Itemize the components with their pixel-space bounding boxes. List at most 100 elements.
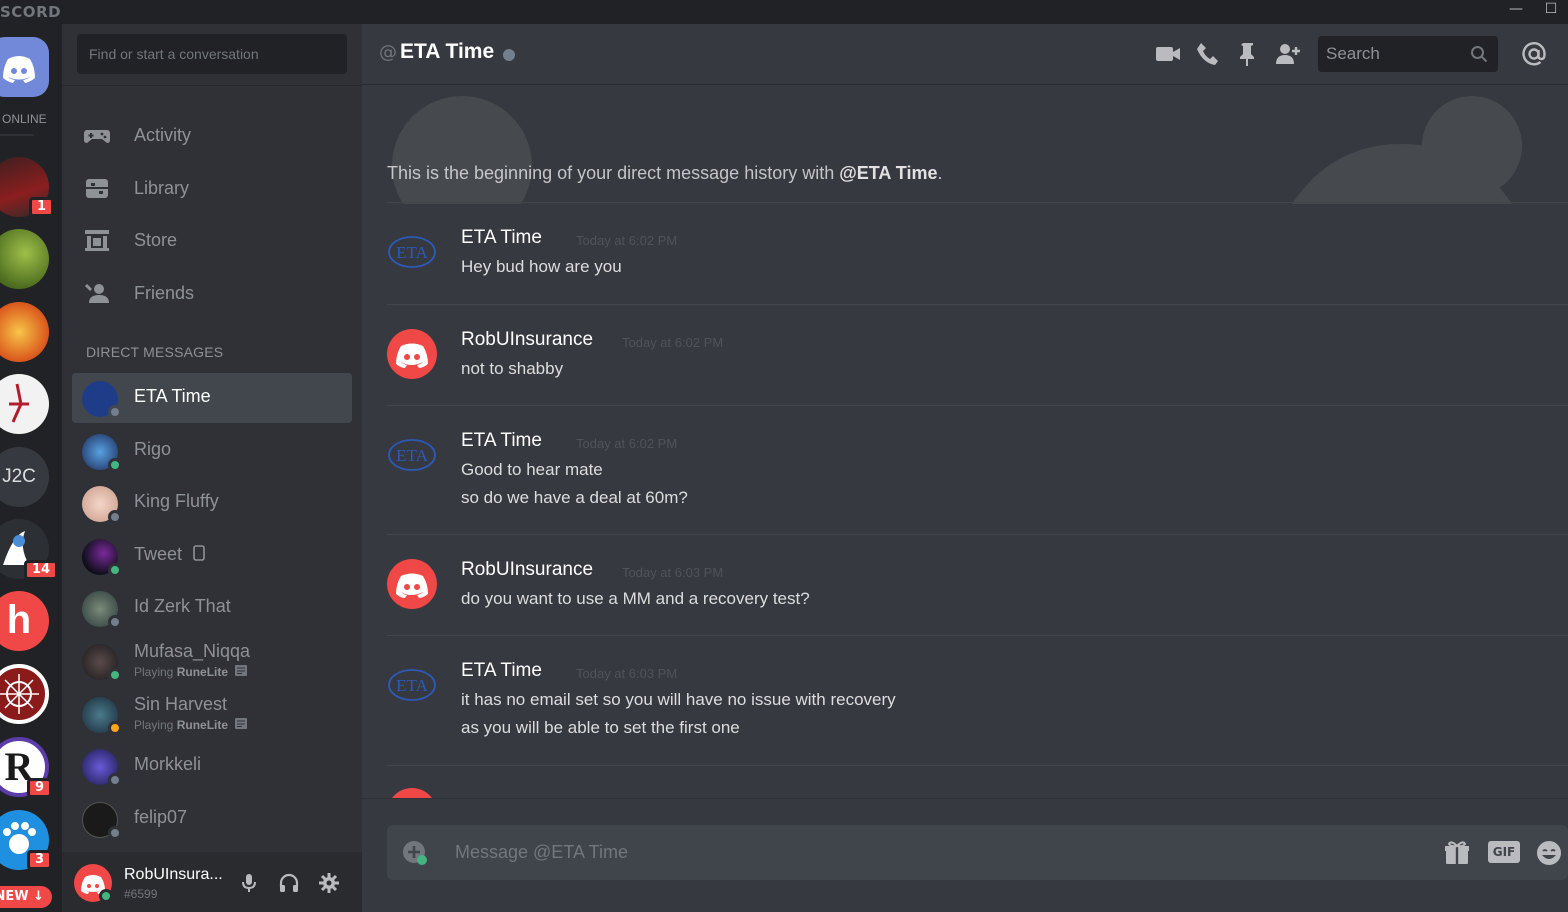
video-call-icon[interactable]: [1154, 40, 1182, 68]
dm-item-morkkeli[interactable]: Morkkeli: [72, 741, 352, 791]
server-j2c[interactable]: J2C: [0, 447, 49, 507]
message-composer: Message @ETA Time GIF: [387, 825, 1568, 880]
rich-presence-icon: [235, 718, 248, 729]
message-divider: [387, 765, 1568, 766]
server-icon[interactable]: [0, 374, 49, 434]
dm-sidebar: Find or start a conversation Activity Li…: [62, 24, 362, 912]
new-unreads-pill[interactable]: NEW ↓: [0, 886, 52, 908]
dm-name: King Fluffy: [134, 491, 219, 511]
dm-activity: Playing RuneLite: [134, 665, 248, 679]
message-author[interactable]: ETA Time: [461, 227, 542, 249]
message-text: do you want to use a MM and a recovery t…: [461, 589, 810, 608]
server-emblem-icon: [0, 674, 39, 714]
dm-name: Rigo: [134, 439, 172, 459]
nav-store-label: Store: [134, 230, 178, 250]
upload-plus-icon[interactable]: [401, 839, 429, 867]
eta-logo-text: ETA: [396, 446, 428, 465]
dm-item-sin-harvest[interactable]: Sin Harvest Playing RuneLite: [72, 689, 352, 739]
nav-library[interactable]: Library: [72, 166, 352, 210]
message-divider: [387, 635, 1568, 636]
message-text: Good to hear mate: [461, 460, 603, 479]
message-author[interactable]: RobUInsurance: [461, 329, 593, 351]
sidebar-divider: [62, 85, 362, 86]
mention-badge: 9: [27, 778, 53, 798]
mentions-icon[interactable]: [1520, 40, 1548, 68]
dm-item-rigo[interactable]: Rigo: [72, 426, 352, 476]
user-avatar[interactable]: [387, 329, 437, 379]
discord-logo-icon: [396, 573, 428, 598]
search-input[interactable]: Search: [1318, 36, 1498, 72]
gif-button[interactable]: GIF: [1488, 841, 1520, 863]
chat-header: @ ETA Time Search: [362, 24, 1568, 85]
partial-message-avatar: [387, 788, 437, 798]
nav-activity[interactable]: Activity: [72, 113, 352, 157]
server-icon[interactable]: [0, 302, 49, 362]
conversation-start-user: @ETA Time: [839, 163, 938, 183]
voice-call-icon[interactable]: [1194, 40, 1222, 68]
dm-item-king-fluffy[interactable]: King Fluffy: [72, 478, 352, 528]
eta-avatar[interactable]: ETA: [387, 227, 437, 277]
dm-item-id-zerk-that[interactable]: Id Zerk That: [72, 583, 352, 633]
user-status-indicator: [99, 889, 113, 903]
settings-gear-icon[interactable]: [318, 872, 340, 894]
status-indicator: [108, 405, 122, 419]
dm-name: Mufasa_Niqqa: [134, 641, 251, 661]
gift-icon[interactable]: [1443, 839, 1471, 867]
server-icon[interactable]: [0, 664, 49, 724]
message-author[interactable]: ETA Time: [461, 430, 542, 452]
gamepad-icon: [84, 130, 110, 143]
mobile-icon: [193, 545, 205, 561]
microphone-icon[interactable]: [238, 872, 260, 894]
server-icon[interactable]: [0, 229, 49, 289]
message-author[interactable]: RobUInsurance: [461, 559, 593, 581]
find-conversation-input[interactable]: Find or start a conversation: [77, 34, 347, 74]
conversation-start-prefix: This is the beginning of your direct mes…: [387, 163, 840, 183]
dm-activity-prefix: Playing: [134, 718, 177, 732]
server-icon[interactable]: h: [0, 591, 49, 651]
nav-store[interactable]: Store: [72, 218, 352, 262]
server-list: ONLINE 1 J2C 14 h R 9 3 NEW ↓: [0, 24, 62, 912]
pin-icon[interactable]: [1234, 40, 1262, 68]
add-friend-icon[interactable]: [1274, 40, 1302, 68]
dm-name: Morkkeli: [134, 754, 202, 774]
status-indicator: [108, 721, 122, 735]
eta-avatar[interactable]: ETA: [387, 430, 437, 480]
rich-presence-icon: [235, 665, 248, 676]
message-divider: [387, 534, 1568, 535]
minimize-button[interactable]: —: [1505, 1, 1527, 21]
eta-logo-text: ETA: [396, 243, 428, 262]
message-timestamp: Today at 6:03 PM: [576, 666, 678, 681]
dm-name: Id Zerk That: [134, 596, 231, 616]
mention-badge: 1: [29, 197, 55, 217]
message-input[interactable]: Message @ETA Time: [455, 842, 628, 863]
emoji-icon[interactable]: [1535, 839, 1563, 867]
message-timestamp: Today at 6:03 PM: [622, 565, 724, 580]
watermark-illustration: [392, 96, 1522, 204]
dm-name: Tweet: [134, 544, 205, 565]
headphones-icon[interactable]: [278, 872, 300, 894]
dm-activity-prefix: Playing: [134, 665, 177, 679]
user-avatar[interactable]: [387, 559, 437, 609]
status-indicator: [108, 615, 122, 629]
dm-activity-game: RuneLite: [176, 665, 229, 679]
store-icon: [85, 230, 109, 251]
nav-library-label: Library: [134, 178, 190, 198]
message-text: Hey bud how are you: [461, 257, 622, 276]
dm-item-eta-time[interactable]: ETA Time: [72, 373, 352, 423]
message-timestamp: Today at 6:02 PM: [576, 233, 678, 248]
mention-badge: 14: [24, 560, 59, 580]
eta-avatar[interactable]: ETA: [387, 660, 437, 710]
message-divider: [387, 304, 1568, 305]
dm-item-mufasa[interactable]: Mufasa_Niqqa Playing RuneLite: [72, 636, 352, 686]
status-indicator: [108, 563, 122, 577]
server-divider: [0, 134, 34, 136]
nav-friends[interactable]: Friends: [72, 271, 352, 315]
friends-icon: [84, 283, 109, 303]
home-button[interactable]: [0, 37, 49, 97]
title-bar: SCORD — ☐: [0, 0, 1568, 24]
message-author[interactable]: ETA Time: [461, 660, 542, 682]
maximize-button[interactable]: ☐: [1540, 1, 1562, 21]
dm-item-felip07[interactable]: felip07: [72, 794, 352, 844]
dm-item-tweet[interactable]: Tweet: [72, 531, 352, 581]
message-text: it has no email set so you will have no …: [461, 690, 896, 709]
